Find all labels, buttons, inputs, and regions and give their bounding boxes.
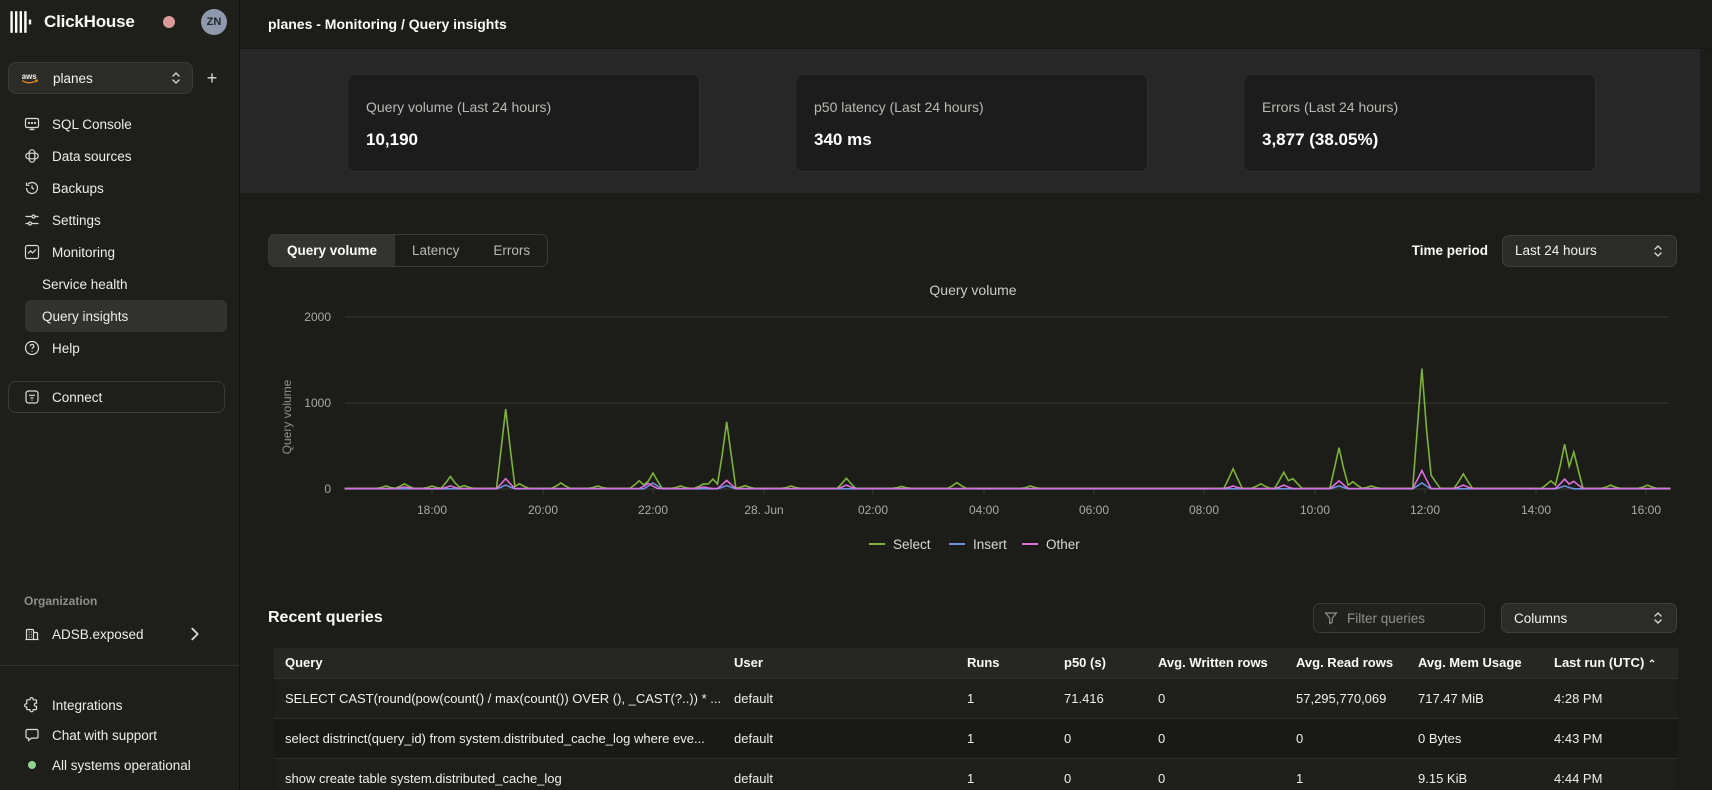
svg-text:28. Jun: 28. Jun [744,503,783,517]
svg-text:18:00: 18:00 [417,503,447,517]
svg-text:08:00: 08:00 [1189,503,1219,517]
svg-text:06:00: 06:00 [1079,503,1109,517]
svg-text:04:00: 04:00 [969,503,999,517]
svg-text:22:00: 22:00 [638,503,668,517]
svg-text:12:00: 12:00 [1410,503,1440,517]
svg-text:02:00: 02:00 [858,503,888,517]
svg-text:Select: Select [893,537,931,552]
svg-text:16:00: 16:00 [1631,503,1661,517]
svg-text:Query volume: Query volume [929,282,1016,298]
svg-text:10:00: 10:00 [1300,503,1330,517]
svg-text:Other: Other [1046,537,1080,552]
svg-text:Insert: Insert [973,537,1007,552]
svg-text:20:00: 20:00 [528,503,558,517]
svg-text:1000: 1000 [304,396,331,410]
svg-text:2000: 2000 [304,310,331,324]
svg-text:14:00: 14:00 [1521,503,1551,517]
svg-text:0: 0 [324,482,331,496]
svg-text:Query volume: Query volume [280,379,294,454]
svg-text:aws: aws [22,72,37,81]
